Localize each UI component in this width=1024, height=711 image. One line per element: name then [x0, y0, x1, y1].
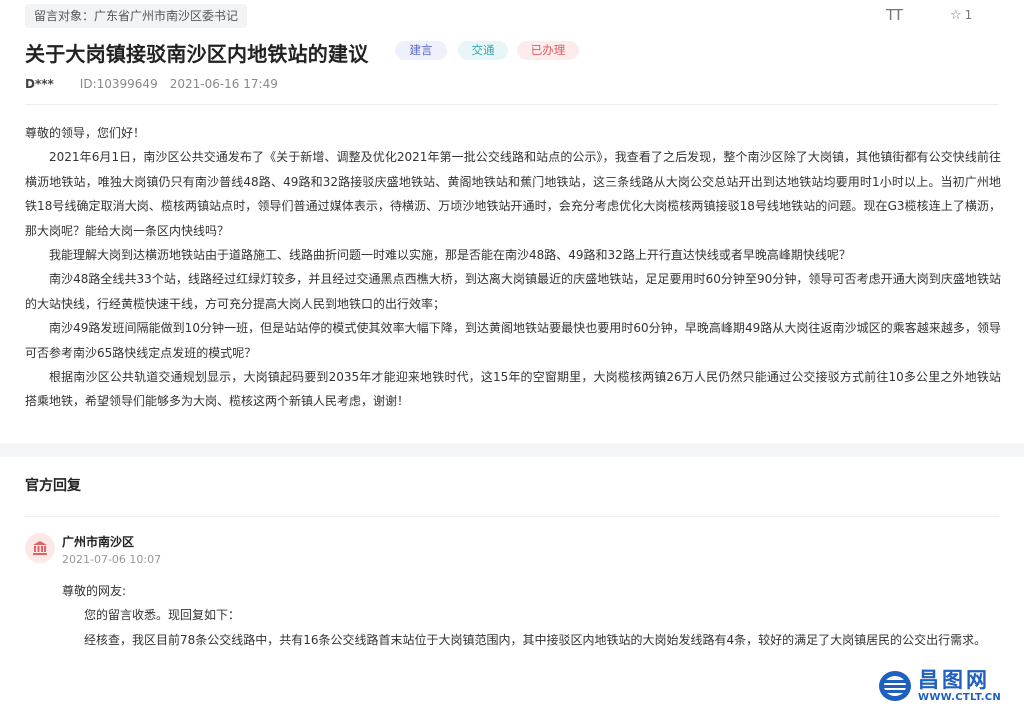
page-title: 关于大岗镇接驳南沙区内地铁站的建议 [25, 42, 369, 66]
favorite-count: 1 [964, 8, 973, 22]
reply-body: 尊敬的网友: 您的留言收悉。现回复如下： 经核查，我区目前78条公交线路中，共有… [62, 579, 1002, 652]
divider [25, 516, 999, 517]
font-size-icon[interactable]: TT [886, 6, 903, 24]
status-badge: 已办理 [517, 41, 579, 60]
message-body: 尊敬的领导，您们好！ 2021年6月1日，南沙区公共交通发布了《关于新增、调整及… [25, 121, 1001, 414]
message-target: 留言对象：广东省广州市南沙区委书记 [25, 4, 248, 28]
reply-datetime: 2021-07-06 10:07 [62, 553, 162, 566]
site-watermark: 昌图网 WWW.CTLT.CN [878, 664, 1020, 710]
message-id: ID:10399649 [79, 77, 158, 91]
author-name: D*** [25, 77, 54, 91]
reply-card: 官方回复 广州市南沙区 2021-07-06 10:07 尊敬的网友: 您的留言… [0, 457, 1024, 711]
reply-org-name: 广州市南沙区 [62, 535, 135, 549]
reply-paragraph: 您的留言收悉。现回复如下： [84, 608, 241, 623]
watermark-name: 昌图网 [918, 668, 990, 692]
tag-suggestion: 建言 [395, 41, 447, 60]
avatar [25, 533, 55, 563]
message-paragraph: 根据南沙区公共轨道交通规划显示，大岗镇起码要到2035年才能迎来地铁时代，这15… [25, 370, 1001, 409]
message-greeting: 尊敬的领导，您们好！ [25, 126, 146, 140]
reply-paragraph: 经核查，我区目前78条公交线路中，共有16条公交线路首末站位于大岗镇范围内，其中… [84, 632, 987, 647]
message-paragraph: 南沙48路全线共33个站，线路经过红绿灯较多，并且经过交通黑点西樵大桥，到达离大… [25, 272, 1001, 311]
message-paragraph: 2021年6月1日，南沙区公共交通发布了《关于新增、调整及优化2021年第一批公… [25, 150, 1001, 238]
message-paragraph: 我能理解大岗到达横沥地铁站由于道路施工、线路曲折问题一时难以实施，那是否能在南沙… [49, 248, 851, 263]
message-paragraph: 南沙49路发班间隔能做到10分钟一班，但是站站停的模式使其效率大幅下降，到达黄阁… [25, 321, 1001, 360]
disc-logo-icon [879, 671, 911, 701]
star-outline-icon: ☆ [950, 8, 962, 23]
message-meta: D*** ID:10399649 2021-06-16 17:49 [25, 77, 278, 91]
watermark-url: WWW.CTLT.CN [918, 692, 1002, 703]
divider [25, 104, 999, 105]
message-datetime: 2021-06-16 17:49 [169, 77, 278, 91]
reply-heading: 官方回复 [25, 478, 81, 494]
tag-traffic: 交通 [458, 41, 508, 60]
favorite-button[interactable]: ☆ 1 [950, 8, 972, 23]
government-building-icon [33, 541, 47, 555]
message-card: 留言对象：广东省广州市南沙区委书记 TT ☆ 1 关于大岗镇接驳南沙区内地铁站的建… [0, 0, 1024, 443]
reply-greeting: 尊敬的网友: [62, 584, 127, 598]
